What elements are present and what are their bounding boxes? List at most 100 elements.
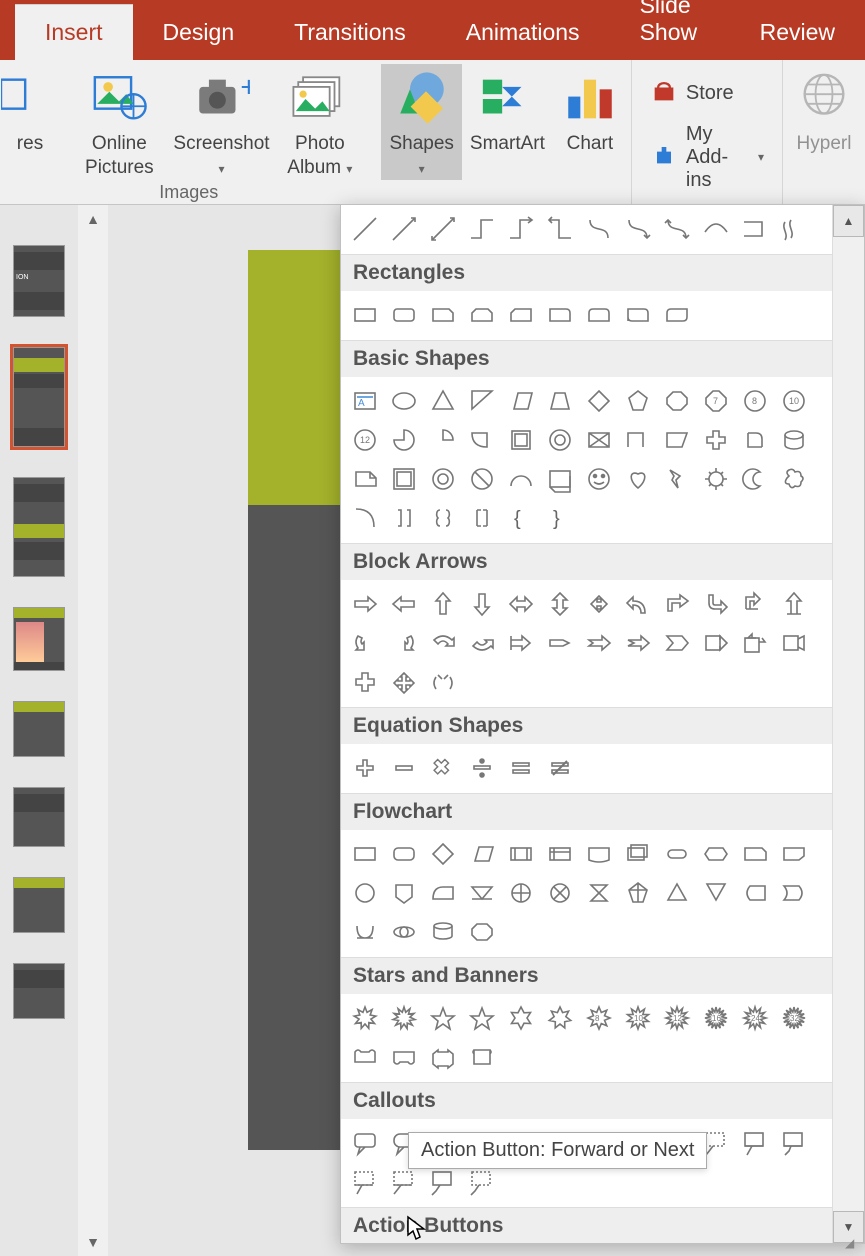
shape-star-10[interactable]: 24 — [735, 998, 774, 1037]
shape-callout-10[interactable] — [735, 1123, 774, 1162]
shape-star-7[interactable]: 10 — [618, 998, 657, 1037]
shape-flow-8[interactable] — [657, 834, 696, 873]
tab-slideshow[interactable]: Slide Show — [610, 0, 730, 60]
shape-basic-14[interactable] — [423, 420, 462, 459]
shape-flow-1[interactable] — [384, 834, 423, 873]
shape-line-0[interactable] — [345, 209, 384, 248]
chart-button[interactable]: Chart — [553, 64, 627, 180]
shape-star-8[interactable]: 12 — [657, 998, 696, 1037]
shape-basic-12[interactable]: 12 — [345, 420, 384, 459]
shape-flow-22[interactable] — [735, 873, 774, 912]
shape-arrow-16[interactable] — [501, 623, 540, 662]
shape-rect-4[interactable] — [501, 295, 540, 334]
shape-basic-30[interactable] — [579, 459, 618, 498]
tab-insert[interactable]: Insert — [15, 4, 133, 60]
thumbnail-5[interactable] — [13, 701, 65, 757]
shape-arrow-2[interactable] — [423, 584, 462, 623]
shape-basic-36[interactable] — [345, 498, 384, 537]
shape-callout-11[interactable] — [774, 1123, 813, 1162]
shape-arrow-26[interactable] — [423, 662, 462, 701]
shape-flow-23[interactable] — [774, 873, 813, 912]
shape-star-5[interactable] — [540, 998, 579, 1037]
shape-flow-15[interactable] — [462, 873, 501, 912]
shape-eq-5[interactable] — [540, 748, 579, 787]
shape-flow-5[interactable] — [540, 834, 579, 873]
shape-basic-20[interactable] — [657, 420, 696, 459]
shape-star-2[interactable] — [423, 998, 462, 1037]
shape-rect-1[interactable] — [384, 295, 423, 334]
photo-album-button[interactable]: Photo Album ▾ — [266, 64, 373, 180]
shape-rect-2[interactable] — [423, 295, 462, 334]
scroll-up-button[interactable]: ▲ — [833, 205, 864, 237]
shape-flow-3[interactable] — [462, 834, 501, 873]
shape-basic-0[interactable]: A — [345, 381, 384, 420]
shape-basic-5[interactable] — [540, 381, 579, 420]
shape-basic-37[interactable] — [384, 498, 423, 537]
shape-arrow-4[interactable] — [501, 584, 540, 623]
shape-basic-3[interactable] — [462, 381, 501, 420]
shape-arrow-7[interactable] — [618, 584, 657, 623]
shape-basic-40[interactable]: { — [501, 498, 540, 537]
shape-line-6[interactable] — [579, 209, 618, 248]
shape-star-14[interactable] — [423, 1037, 462, 1076]
shape-eq-0[interactable] — [345, 748, 384, 787]
shape-line-1[interactable] — [384, 209, 423, 248]
shape-basic-7[interactable] — [618, 381, 657, 420]
shape-star-1[interactable] — [384, 998, 423, 1037]
shape-star-9[interactable]: 16 — [696, 998, 735, 1037]
shape-basic-23[interactable] — [774, 420, 813, 459]
shape-flow-16[interactable] — [501, 873, 540, 912]
shape-callout-12[interactable] — [345, 1162, 384, 1201]
shape-flow-19[interactable] — [618, 873, 657, 912]
shape-arrow-18[interactable] — [579, 623, 618, 662]
shape-arrow-11[interactable] — [774, 584, 813, 623]
shape-basic-21[interactable] — [696, 420, 735, 459]
shape-star-15[interactable] — [462, 1037, 501, 1076]
shape-basic-17[interactable] — [540, 420, 579, 459]
shape-arrow-0[interactable] — [345, 584, 384, 623]
thumbnail-3[interactable] — [13, 477, 65, 577]
shape-rect-8[interactable] — [657, 295, 696, 334]
shape-flow-24[interactable] — [345, 912, 384, 951]
shape-arrow-15[interactable] — [462, 623, 501, 662]
shape-basic-11[interactable]: 10 — [774, 381, 813, 420]
scroll-up-icon[interactable]: ▲ — [81, 205, 105, 233]
shape-line-4[interactable] — [501, 209, 540, 248]
shape-line-8[interactable] — [657, 209, 696, 248]
shape-flow-12[interactable] — [345, 873, 384, 912]
shape-flow-25[interactable] — [384, 912, 423, 951]
shape-basic-9[interactable]: 7 — [696, 381, 735, 420]
shape-basic-35[interactable] — [774, 459, 813, 498]
shape-arrow-25[interactable] — [384, 662, 423, 701]
shape-basic-28[interactable] — [501, 459, 540, 498]
shape-arrow-17[interactable] — [540, 623, 579, 662]
shape-basic-31[interactable] — [618, 459, 657, 498]
tab-review[interactable]: Review — [730, 5, 865, 60]
shape-flow-21[interactable] — [696, 873, 735, 912]
shape-line-5[interactable] — [540, 209, 579, 248]
shape-flow-14[interactable] — [423, 873, 462, 912]
thumbnail-2[interactable] — [13, 347, 65, 447]
smartart-button[interactable]: SmartArt — [462, 64, 553, 180]
shape-arrow-20[interactable] — [657, 623, 696, 662]
thumbnails-scrollbar[interactable]: ▲ ▼ — [78, 205, 108, 1256]
shape-flow-18[interactable] — [579, 873, 618, 912]
shape-rect-3[interactable] — [462, 295, 501, 334]
shape-arrow-1[interactable] — [384, 584, 423, 623]
shape-flow-2[interactable] — [423, 834, 462, 873]
thumbnail-6[interactable] — [13, 787, 65, 847]
shape-arrow-8[interactable] — [657, 584, 696, 623]
thumbnail-4[interactable] — [13, 607, 65, 671]
shape-line-7[interactable] — [618, 209, 657, 248]
shape-arrow-13[interactable] — [384, 623, 423, 662]
shape-line-3[interactable] — [462, 209, 501, 248]
shape-basic-25[interactable] — [384, 459, 423, 498]
shape-basic-33[interactable] — [696, 459, 735, 498]
thumbnail-1[interactable]: ION — [13, 245, 65, 317]
shape-basic-38[interactable] — [423, 498, 462, 537]
shape-eq-1[interactable] — [384, 748, 423, 787]
shape-rect-6[interactable] — [579, 295, 618, 334]
shape-basic-6[interactable] — [579, 381, 618, 420]
shapes-scrollbar[interactable]: ▲ ▼ — [832, 205, 864, 1243]
shape-star-11[interactable]: 32 — [774, 998, 813, 1037]
